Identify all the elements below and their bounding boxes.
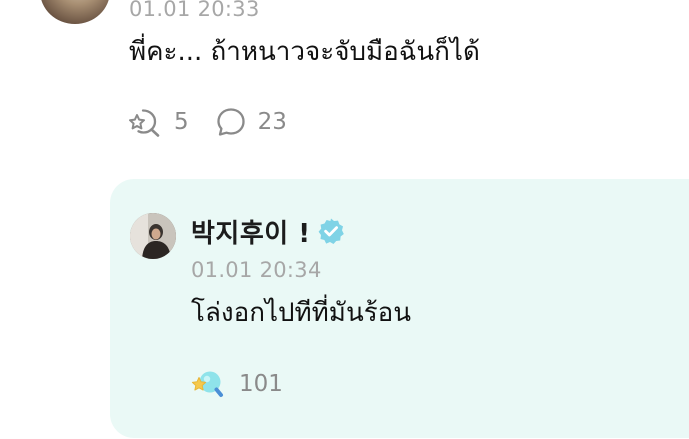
colored-reaction-icon [191, 371, 223, 397]
post-text: พี่คะ... ถ้าหนาวจะจับมือฉันก็ได้ [129, 37, 480, 67]
post-comment-count: 23 [257, 109, 287, 135]
sparkle-reaction-icon [129, 109, 160, 137]
post-reaction-button[interactable]: 5 [129, 106, 189, 138]
post-comment-button[interactable]: 23 [215, 106, 287, 138]
post-author-avatar[interactable] [40, 0, 110, 24]
post-reaction-count: 5 [174, 109, 189, 135]
artist-reply-card[interactable]: 박지후이 ! 01.01 20:34 โล่งอกไปทีที่มันร้อน … [110, 179, 689, 438]
reply-reaction-button[interactable]: 101 [191, 366, 283, 402]
post-timestamp: 01.01 20:33 [129, 0, 260, 21]
post-action-bar: 5 23 [129, 104, 287, 140]
reply-text: โล่งอกไปทีที่มันร้อน [191, 298, 412, 328]
reply-author-avatar[interactable] [130, 213, 176, 259]
reply-timestamp: 01.01 20:34 [191, 258, 322, 282]
comment-bubble-icon [216, 108, 245, 136]
verified-badge-icon [318, 218, 344, 244]
reply-author-row: 박지후이 ! [191, 213, 345, 249]
reply-author-name[interactable]: 박지후이 ! [191, 213, 311, 250]
reply-reaction-count: 101 [239, 371, 283, 397]
